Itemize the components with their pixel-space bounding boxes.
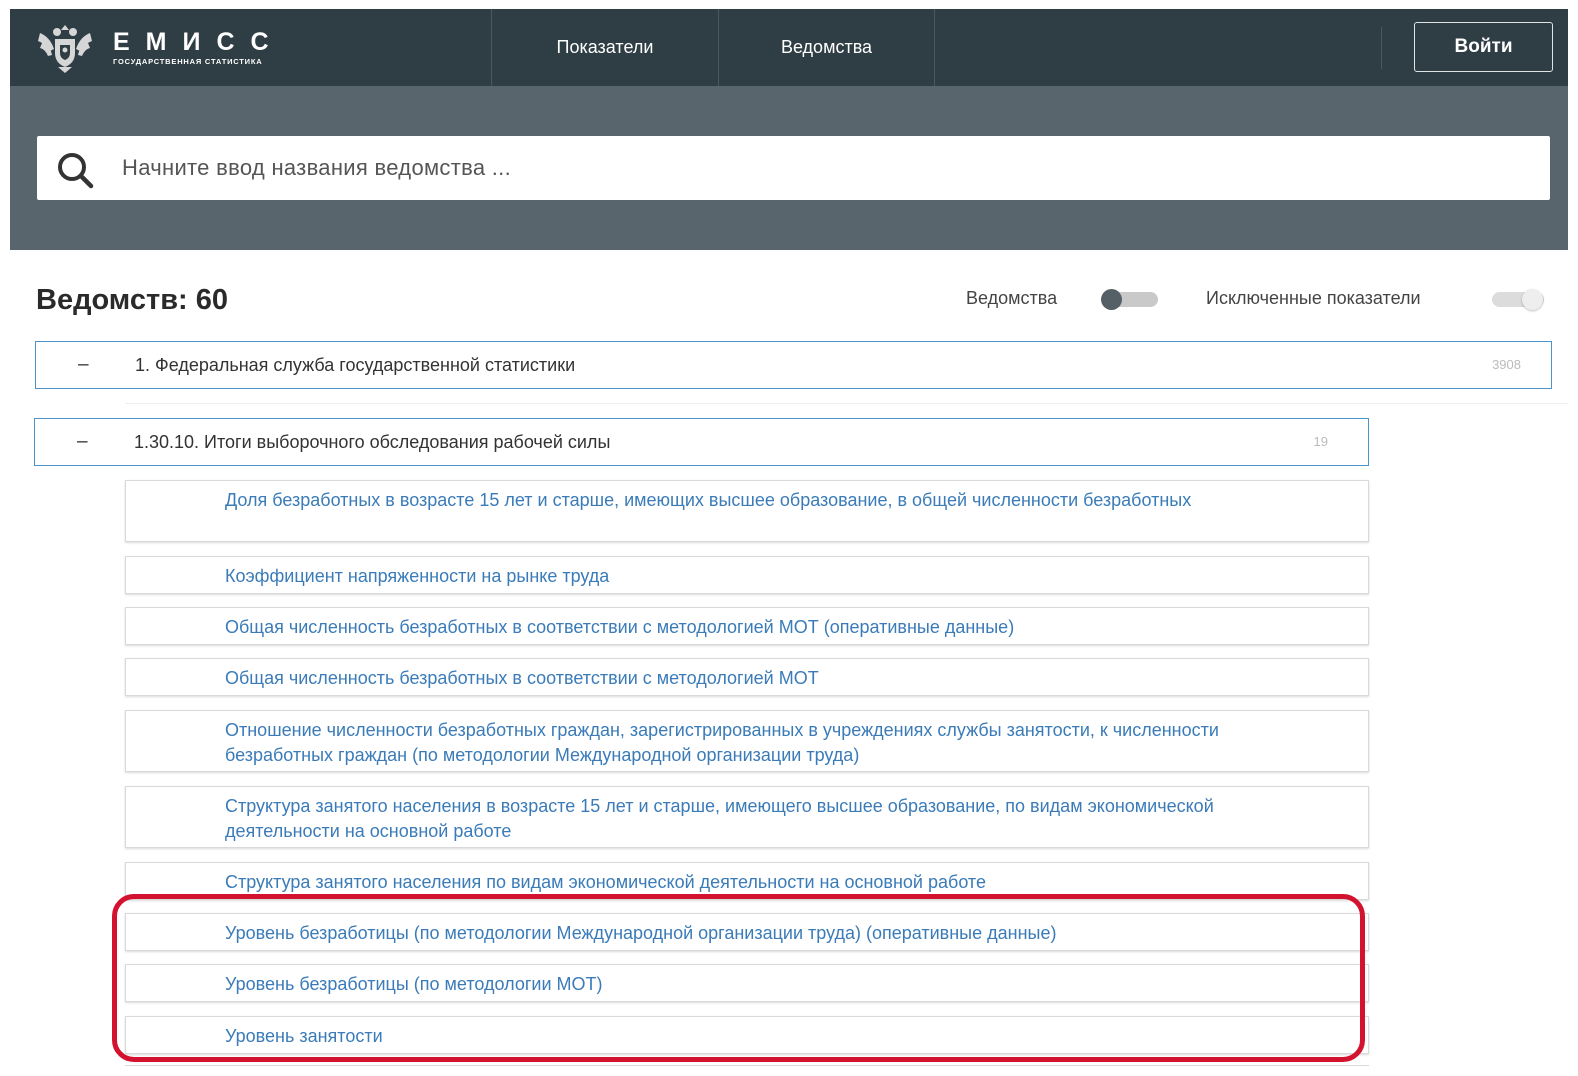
search-box[interactable] bbox=[37, 136, 1550, 200]
section-title: 1.30.10. Итоги выборочного обследования … bbox=[134, 432, 611, 452]
indicator-link[interactable]: Уровень безработицы (по методологии Межд… bbox=[225, 921, 1328, 946]
indicator-item[interactable]: Общая численность безработных в соответс… bbox=[125, 607, 1369, 645]
search-icon[interactable] bbox=[55, 151, 95, 189]
indicator-item[interactable]: Уровень безработицы (по методологии Межд… bbox=[125, 913, 1369, 951]
collapse-icon[interactable]: – bbox=[77, 419, 88, 465]
nav-agencies[interactable]: Ведомства bbox=[719, 9, 934, 86]
indicator-link[interactable]: Структура занятого населения по видам эк… bbox=[225, 870, 1328, 895]
login-button[interactable]: Войти bbox=[1414, 22, 1553, 72]
indicator-item[interactable]: Коэффициент напряженности на рынке труда bbox=[125, 556, 1369, 594]
nav-divider bbox=[934, 9, 935, 86]
indicator-item[interactable]: Уровень занятости bbox=[125, 1016, 1369, 1054]
indicator-link[interactable]: Отношение численности безработных гражда… bbox=[225, 718, 1328, 768]
toggle-knob bbox=[1101, 289, 1122, 310]
excluded-indicators-toggle[interactable] bbox=[1484, 289, 1546, 310]
agencies-toggle-label: Ведомства bbox=[966, 288, 1058, 308]
indicator-link[interactable]: Уровень занятости bbox=[225, 1024, 1328, 1049]
coat-of-arms-logo-icon[interactable] bbox=[36, 19, 94, 75]
search-band bbox=[10, 86, 1568, 250]
agencies-count-title: Ведомств: 60 bbox=[36, 284, 229, 316]
brand-subtitle: ГОСУДАРСТВЕННАЯ СТАТИСТИКА bbox=[113, 57, 263, 66]
nav-indicators[interactable]: Показатели bbox=[492, 9, 718, 86]
brand-title: ЕМИСС bbox=[113, 28, 285, 56]
indicator-item[interactable]: Уровень безработицы (по методологии МОТ) bbox=[125, 964, 1369, 1002]
indicator-item[interactable]: Структура занятого населения в возрасте … bbox=[125, 786, 1369, 848]
divider bbox=[125, 390, 1568, 404]
section-row[interactable]: – 1.30.10. Итоги выборочного обследовани… bbox=[34, 418, 1369, 466]
excluded-toggle-label: Исключенные показатели bbox=[1206, 288, 1421, 308]
indicator-link[interactable]: Доля безработных в возрасте 15 лет и ста… bbox=[225, 488, 1328, 513]
indicator-link[interactable]: Общая численность безработных в соответс… bbox=[225, 666, 1328, 691]
indicator-item[interactable]: Общая численность безработных в соответс… bbox=[125, 658, 1369, 696]
indicator-item[interactable]: Структура занятого населения по видам эк… bbox=[125, 862, 1369, 900]
collapse-icon[interactable]: – bbox=[78, 342, 89, 388]
indicator-item-partial bbox=[125, 1065, 1369, 1076]
agency-indicator-count: 3908 bbox=[1492, 357, 1521, 372]
agency-row[interactable]: – 1. Федеральная служба государственной … bbox=[35, 341, 1552, 389]
brand[interactable]: ЕМИСС ГОСУДАРСТВЕННАЯ СТАТИСТИКА bbox=[113, 29, 285, 66]
toggle-knob bbox=[1522, 289, 1543, 310]
indicator-item[interactable]: Отношение численности безработных гражда… bbox=[125, 710, 1369, 772]
indicator-link[interactable]: Структура занятого населения в возрасте … bbox=[225, 794, 1328, 844]
top-header: ЕМИСС ГОСУДАРСТВЕННАЯ СТАТИСТИКА Показат… bbox=[10, 9, 1568, 86]
agencies-toggle[interactable] bbox=[1098, 289, 1160, 310]
indicator-link[interactable]: Уровень безработицы (по методологии МОТ) bbox=[225, 972, 1328, 997]
indicator-link[interactable]: Общая численность безработных в соответс… bbox=[225, 615, 1328, 640]
indicator-item[interactable]: Доля безработных в возрасте 15 лет и ста… bbox=[125, 480, 1369, 542]
agency-title: 1. Федеральная служба государственной ст… bbox=[135, 355, 576, 375]
indicator-link[interactable]: Коэффициент напряженности на рынке труда bbox=[225, 564, 1328, 589]
login-divider bbox=[1381, 27, 1382, 69]
section-indicator-count: 19 bbox=[1313, 434, 1328, 449]
search-input[interactable] bbox=[122, 136, 1522, 200]
